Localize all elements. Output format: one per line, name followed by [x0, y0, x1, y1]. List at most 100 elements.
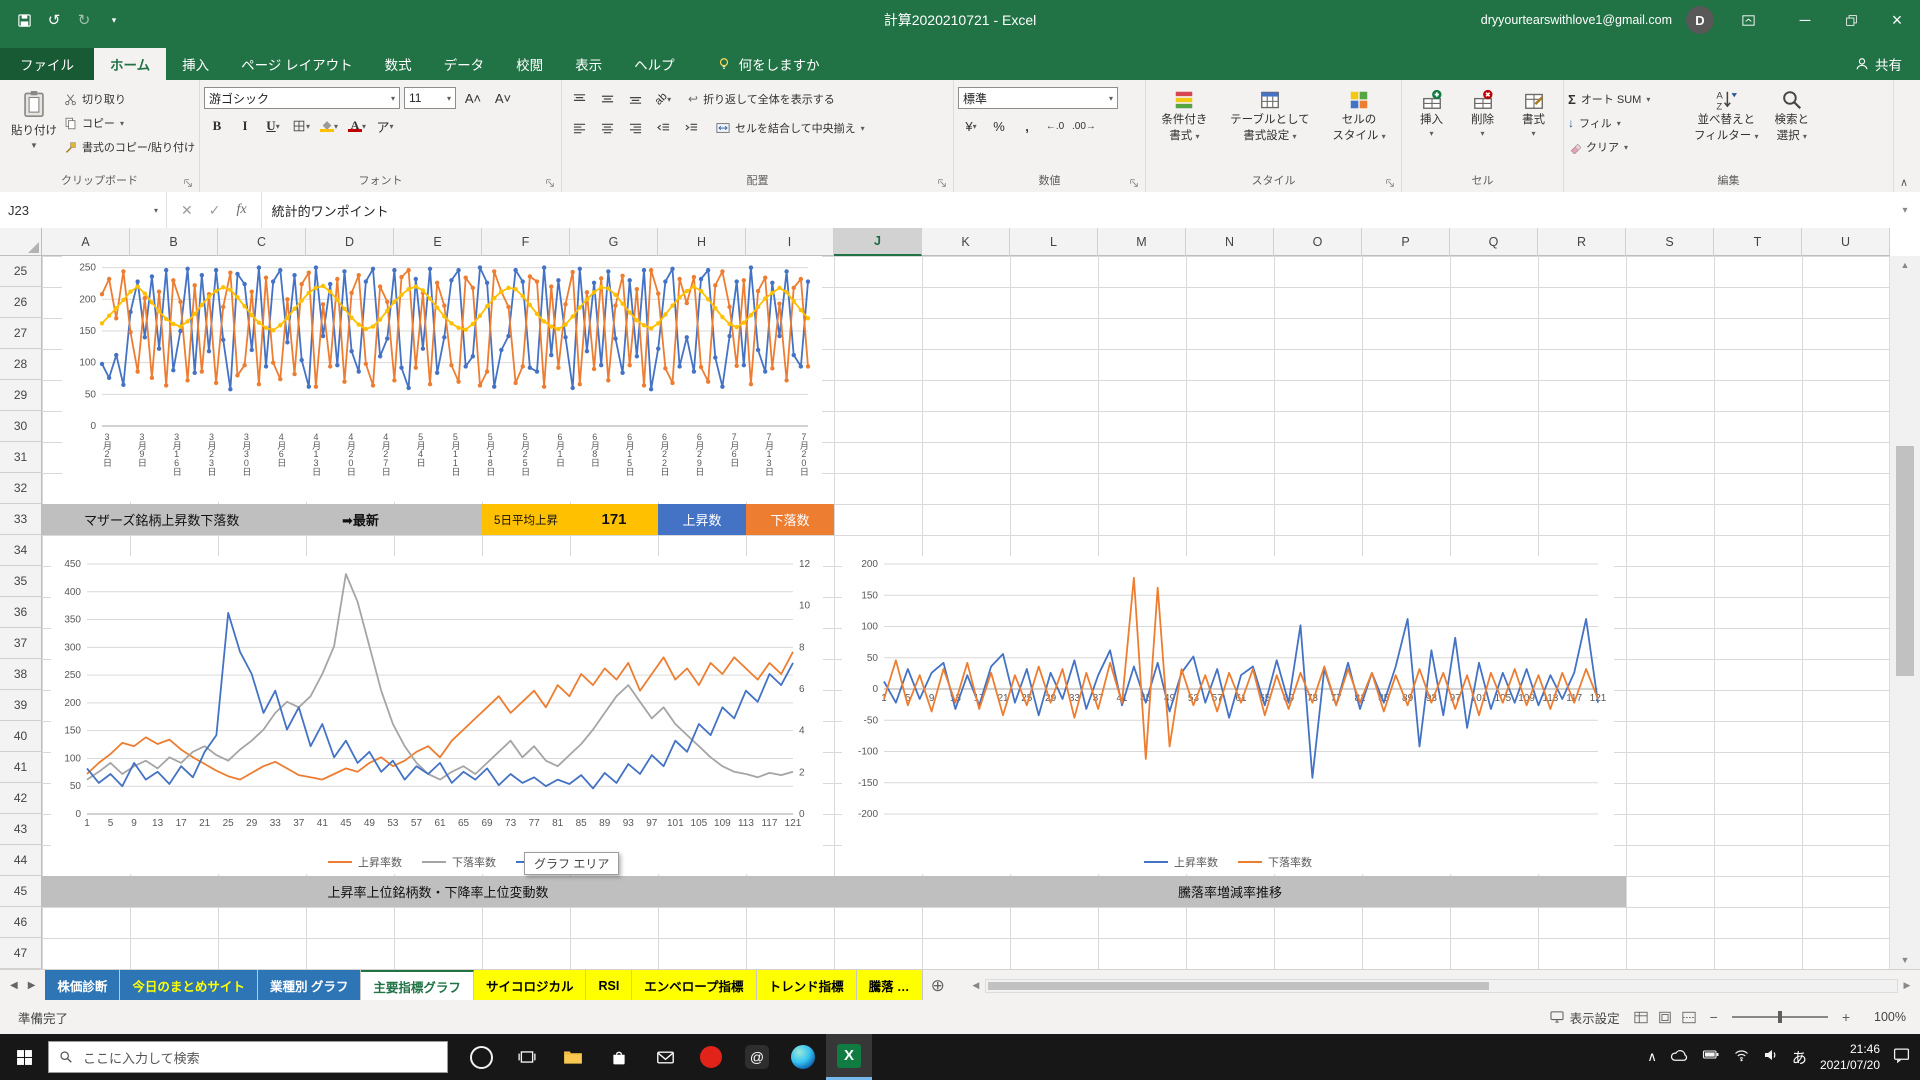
align-left-button[interactable]	[566, 117, 592, 139]
zoom-out-icon[interactable]: −	[1710, 1009, 1718, 1025]
sheet-tab-RSI[interactable]: RSI	[586, 970, 632, 1001]
row-header-42[interactable]: 42	[0, 783, 42, 814]
row-header-39[interactable]: 39	[0, 690, 42, 721]
mail-icon[interactable]	[642, 1034, 688, 1080]
merge-center-button[interactable]: セルを結合して中央揃え▾	[716, 118, 865, 138]
align-center-button[interactable]	[594, 117, 620, 139]
align-right-button[interactable]	[622, 117, 648, 139]
row-header-46[interactable]: 46	[0, 907, 42, 938]
dialog-launcher-icon[interactable]	[183, 178, 193, 188]
avg-up-value-cell[interactable]: 171	[570, 504, 658, 535]
prev-sheet-icon[interactable]: ◀	[10, 980, 18, 991]
column-header-F[interactable]: F	[482, 228, 570, 256]
dialog-launcher-icon[interactable]	[937, 178, 947, 188]
percent-style-button[interactable]: %	[986, 115, 1012, 137]
sheet-tab-今日のまとめサイト[interactable]: 今日のまとめサイト	[120, 970, 258, 1001]
band45-right-caption[interactable]: 騰落率増減率推移	[834, 876, 1626, 907]
column-header-D[interactable]: D	[306, 228, 394, 256]
taskbar-clock[interactable]: 21:46 2021/07/20	[1820, 1041, 1880, 1073]
account-email[interactable]: dryyourtearswithlove1@gmail.com	[1481, 13, 1672, 27]
dialog-launcher-icon[interactable]	[1129, 178, 1139, 188]
top-movers-chart[interactable]: 0501001502002503003504004500246810121591…	[51, 556, 823, 874]
ribbon-tab-ファイル[interactable]: ファイル	[0, 48, 94, 80]
currency-format-button[interactable]: ¥▾	[958, 115, 984, 137]
row-header-41[interactable]: 41	[0, 752, 42, 783]
account-avatar[interactable]: D	[1686, 6, 1714, 34]
enter-icon[interactable]: ✓	[209, 202, 221, 219]
delete-cells-button[interactable]: 削除▾	[1463, 83, 1502, 139]
column-header-P[interactable]: P	[1362, 228, 1450, 256]
ribbon-tab-数式[interactable]: 数式	[369, 48, 428, 80]
at-app-icon[interactable]: @	[734, 1034, 780, 1080]
excel-taskbar-icon[interactable]: X	[826, 1034, 872, 1080]
scroll-up-icon[interactable]: ▲	[1890, 256, 1920, 274]
advance-decline-rate-chart[interactable]: -200-150-100-500501001502001591317212529…	[842, 556, 1614, 874]
formula-content[interactable]: 統計的ワンポイント	[262, 192, 1890, 228]
row-header-38[interactable]: 38	[0, 659, 42, 690]
decrease-indent-button[interactable]	[650, 117, 676, 139]
ribbon-tab-ホーム[interactable]: ホーム	[94, 48, 166, 80]
row-header-36[interactable]: 36	[0, 597, 42, 628]
column-header-B[interactable]: B	[130, 228, 218, 256]
name-box[interactable]: J23 ▾	[0, 192, 167, 228]
clear-button[interactable]: クリア▾	[1568, 137, 1686, 157]
down-count-label-cell[interactable]: 下落数	[746, 504, 834, 535]
collapse-ribbon-icon[interactable]: ∧	[1900, 176, 1908, 189]
expand-formula-bar-icon[interactable]: ▾	[1890, 192, 1920, 228]
band45-left-caption[interactable]: 上昇率上位銘柄数・下降率上位変動数	[42, 876, 834, 907]
sheet-tab-主要指標グラフ[interactable]: 主要指標グラフ	[361, 970, 474, 1001]
vertical-scrollbar[interactable]: ▲ ▼	[1889, 256, 1920, 969]
ribbon-tab-ページ レイアウト[interactable]: ページ レイアウト	[225, 48, 368, 80]
column-header-S[interactable]: S	[1626, 228, 1714, 256]
cell-styles-button[interactable]: セルの スタイル ▾	[1324, 83, 1393, 144]
cells-grid[interactable]: 0501001502002503月2日3月9日3月16日3月23日3月30日4月…	[42, 256, 1890, 969]
share-button[interactable]: 共有	[1855, 48, 1920, 80]
name-box-caret-icon[interactable]: ▾	[154, 206, 158, 215]
sort-filter-button[interactable]: AZ 並べ替えと フィルター ▾	[1686, 83, 1767, 144]
borders-button[interactable]: ▾	[288, 115, 314, 137]
column-header-K[interactable]: K	[922, 228, 1010, 256]
wrap-text-button[interactable]: ↩ 折り返して全体を表示する	[688, 89, 835, 109]
up-count-label-cell[interactable]: 上昇数	[658, 504, 746, 535]
close-button[interactable]: ×	[1874, 0, 1920, 40]
display-settings-button[interactable]: 表示設定	[1550, 1008, 1620, 1027]
row-header-44[interactable]: 44	[0, 845, 42, 876]
grow-font-button[interactable]: A˄	[460, 87, 486, 109]
band33-gray-cell[interactable]: マザーズ銘柄上昇数下落数 ➡最新	[42, 504, 482, 535]
zoom-level[interactable]: 100%	[1864, 1010, 1906, 1024]
autosum-button[interactable]: Σ オート SUM▾	[1568, 89, 1686, 109]
align-middle-button[interactable]	[594, 88, 620, 110]
mothers-updown-chart[interactable]: 0501001502002503月2日3月9日3月16日3月23日3月30日4月…	[62, 256, 822, 502]
scroll-down-icon[interactable]: ▼	[1890, 951, 1920, 969]
avg-up-label-cell[interactable]: 5日平均上昇	[482, 504, 570, 535]
normal-view-icon[interactable]	[1634, 1011, 1648, 1024]
redo-icon[interactable]: ↻	[74, 10, 94, 30]
undo-icon[interactable]: ↺	[44, 10, 64, 30]
row-header-31[interactable]: 31	[0, 442, 42, 473]
ribbon-tab-ヘルプ[interactable]: ヘルプ	[618, 48, 691, 80]
italic-button[interactable]: I	[232, 115, 258, 137]
row-header-45[interactable]: 45	[0, 876, 42, 907]
column-header-T[interactable]: T	[1714, 228, 1802, 256]
underline-button[interactable]: U▾	[260, 115, 286, 137]
microsoft-store-icon[interactable]	[596, 1034, 642, 1080]
row-header-33[interactable]: 33	[0, 504, 42, 535]
row-header-34[interactable]: 34	[0, 535, 42, 566]
row-header-25[interactable]: 25	[0, 256, 42, 287]
comma-style-button[interactable]: ,	[1014, 115, 1040, 137]
column-header-E[interactable]: E	[394, 228, 482, 256]
row-header-26[interactable]: 26	[0, 287, 42, 318]
cancel-icon[interactable]: ✕	[181, 202, 193, 219]
new-sheet-icon[interactable]: ⊕	[931, 976, 945, 996]
start-button[interactable]	[0, 1034, 48, 1080]
copy-button[interactable]: コピー▾	[64, 113, 195, 133]
row-header-27[interactable]: 27	[0, 318, 42, 349]
sheet-tab-騰落 …[interactable]: 騰落 …	[857, 970, 923, 1001]
column-header-A[interactable]: A	[42, 228, 130, 256]
ribbon-tab-挿入[interactable]: 挿入	[166, 48, 225, 80]
bold-button[interactable]: B	[204, 115, 230, 137]
horizontal-scrollbar[interactable]: ◀ ▶	[967, 970, 1916, 1001]
insert-cells-button[interactable]: 挿入▾	[1412, 83, 1451, 139]
page-break-view-icon[interactable]	[1682, 1011, 1696, 1024]
insert-function-icon[interactable]: fx	[236, 202, 246, 218]
